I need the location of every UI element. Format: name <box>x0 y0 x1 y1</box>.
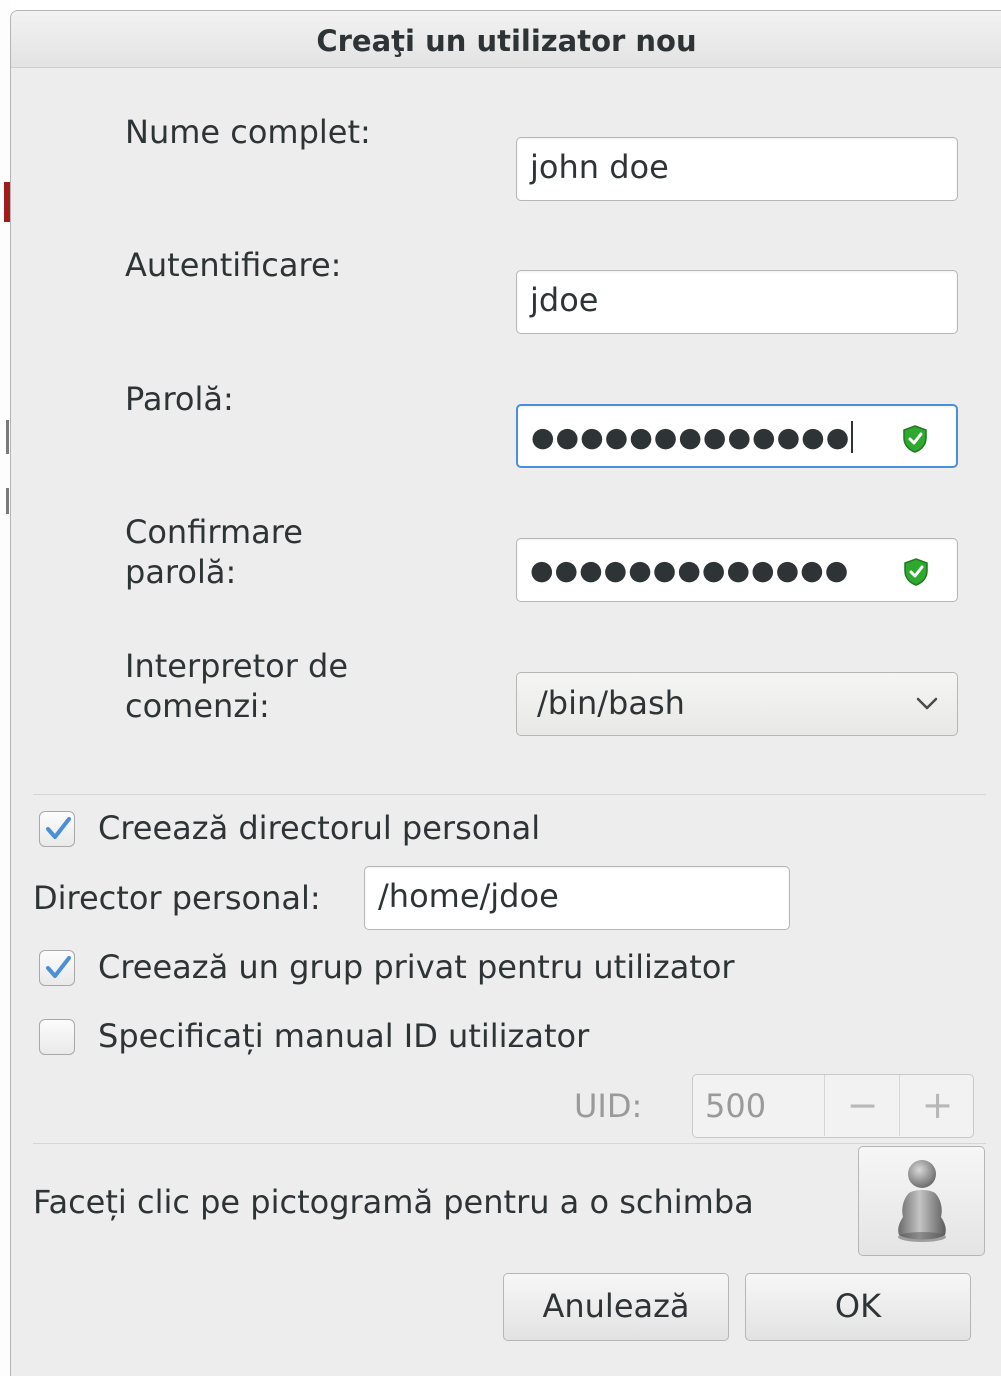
confirm-password-label-line2: parolă: <box>125 553 237 591</box>
avatar-button[interactable] <box>858 1146 985 1256</box>
text-caret <box>851 421 854 453</box>
dialog-title: Creaţi un utilizator nou <box>11 11 1001 68</box>
password-mask: ●●●●●●●●●●●●● <box>531 422 851 453</box>
uid-label: UID: <box>574 1087 643 1125</box>
separator <box>33 1143 986 1144</box>
cancel-button[interactable]: Anulează <box>503 1273 729 1341</box>
chevron-down-icon <box>916 697 938 710</box>
confirm-password-input[interactable]: ●●●●●●●●●●●●● <box>516 538 958 602</box>
login-label: Autentificare: <box>125 246 342 284</box>
checkmark-icon <box>46 817 71 839</box>
home-dir-label: Director personal: <box>33 879 321 917</box>
user-avatar-icon <box>898 1160 946 1242</box>
icon-hint-text: Faceți clic pe pictogramă pentru a o sch… <box>33 1183 754 1221</box>
uid-spinbutton: 500 − + <box>692 1074 974 1138</box>
uid-decrement-button: − <box>824 1075 900 1136</box>
checkmark-icon <box>46 956 71 978</box>
background-window-tick <box>6 488 9 514</box>
password-label: Parolă: <box>125 380 234 418</box>
password-input[interactable]: ●●●●●●●●●●●●● <box>516 404 958 468</box>
confirm-password-label-line1: Confirmare <box>125 513 303 551</box>
confirm-password-mask: ●●●●●●●●●●●●● <box>530 555 850 586</box>
shell-value: /bin/bash <box>537 684 685 722</box>
login-input[interactable]: jdoe <box>516 270 958 334</box>
create-home-label[interactable]: Creează directorul personal <box>98 808 540 848</box>
private-group-label[interactable]: Creează un grup privat pentru utilizator <box>98 947 735 987</box>
full-name-label: Nume complet: <box>125 113 371 151</box>
uid-value: 500 <box>705 1087 767 1125</box>
manual-uid-checkbox[interactable] <box>39 1019 75 1055</box>
home-dir-input[interactable]: /home/jdoe <box>364 866 790 930</box>
manual-uid-label[interactable]: Specificați manual ID utilizator <box>98 1016 589 1056</box>
shield-ok-icon <box>904 558 928 586</box>
background-window-tick <box>6 420 9 454</box>
shell-label-line1: Interpretor de <box>125 647 349 685</box>
ok-button[interactable]: OK <box>745 1273 971 1341</box>
shield-ok-icon <box>903 425 927 453</box>
private-group-checkbox[interactable] <box>39 950 75 986</box>
separator <box>33 794 986 795</box>
create-home-checkbox[interactable] <box>39 811 75 847</box>
full-name-input[interactable]: john doe <box>516 137 958 201</box>
uid-increment-button: + <box>899 1075 975 1136</box>
shell-label-line2: comenzi: <box>125 687 270 725</box>
shell-combobox[interactable]: /bin/bash <box>516 672 958 736</box>
